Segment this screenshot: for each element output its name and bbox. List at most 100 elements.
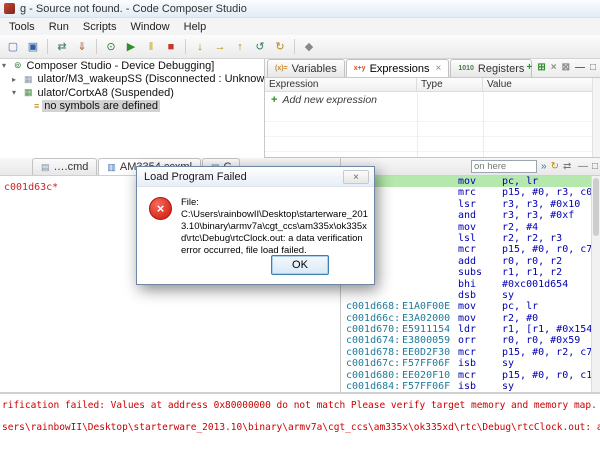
disasm-line[interactable]: bhi#0xc001d654 [341, 279, 592, 290]
locate-pc-icon[interactable]: » [541, 161, 547, 172]
expressions-table-body [265, 107, 592, 157]
tree-expand-icon[interactable]: ▸ [12, 75, 21, 84]
refresh-icon[interactable]: ↻ [551, 161, 559, 172]
menu-item-tools[interactable]: Tools [2, 20, 42, 34]
asm-operands: p15, #0, r2, c7, c10, #4 [502, 347, 592, 358]
dialog-title-bar[interactable]: Load Program Failed × [137, 167, 374, 187]
debug-tree-item[interactable]: ▾⊚Composer Studio - Device Debugging] [0, 59, 264, 73]
core-icon: ▦ [24, 74, 33, 85]
disasm-line[interactable]: movpc, lr [341, 176, 592, 187]
column-header-type[interactable]: Type [417, 78, 483, 91]
add-new-expression-row[interactable]: + Add new expression [265, 92, 600, 107]
add-group-icon[interactable]: ⊞ [537, 62, 545, 73]
toolbar-separator [294, 39, 295, 54]
disasm-line[interactable]: c001d678:EE0D2F30mcrp15, #0, r2, c7, c10… [341, 347, 592, 358]
load-program-failed-dialog: Load Program Failed × × File: C:\Users\r… [136, 166, 375, 285]
column-divider[interactable] [417, 92, 418, 157]
asm-address [346, 290, 402, 301]
disasm-line[interactable]: c001d67c:F57FF06Fisbsy [341, 358, 592, 369]
asm-mnemonic: lsl [458, 233, 502, 244]
disasm-line[interactable]: mrcp15, #0, r3, c0, c0, #1 [341, 187, 592, 198]
asm-opcode [402, 233, 458, 244]
add-expression-icon[interactable]: + [526, 62, 532, 73]
menu-item-scripts[interactable]: Scripts [76, 20, 124, 34]
asm-opcode [402, 199, 458, 210]
flash-icon[interactable]: ⇓ [73, 38, 91, 56]
menu-item-help[interactable]: Help [177, 20, 214, 34]
editor-tab-label: ….cmd [54, 161, 89, 173]
column-header-expression[interactable]: Expression [265, 78, 417, 91]
pc-address-marker: c001d63c* [4, 182, 58, 193]
debug-tree-item[interactable]: ≡no symbols are defined [0, 100, 264, 114]
disassembly-scrollbar[interactable] [591, 176, 600, 392]
tab-registers[interactable]: 1010Registers [450, 59, 532, 77]
maximize-view-icon[interactable]: □ [590, 62, 596, 73]
tab-variables[interactable]: (x)=Variables [267, 59, 345, 77]
asm-operands: r1, r1, r2 [502, 267, 562, 278]
step-return-icon[interactable]: ↑ [231, 38, 249, 56]
refresh-icon[interactable]: ↻ [271, 38, 289, 56]
maximize-view-icon[interactable]: □ [592, 161, 598, 172]
disasm-line[interactable]: mcrp15, #0, r0, c7, c6, #1 [341, 244, 592, 255]
save-icon[interactable]: ▣ [24, 38, 42, 56]
debug-tree-item[interactable]: ▸▦ulator/M3_wakeupSS (Disconnected : Unk… [0, 73, 264, 87]
asm-address: c001d670: [346, 324, 402, 335]
debug-icon[interactable]: ⊙ [102, 38, 120, 56]
disasm-line[interactable]: lsrr3, r3, #0x10 [341, 199, 592, 210]
step-into-icon[interactable]: ↓ [191, 38, 209, 56]
expressions-panel: (x)=Variablesx+yExpressions×1010Register… [265, 59, 600, 158]
connect-target-icon[interactable]: ⇄ [53, 38, 71, 56]
asm-operands: p15, #0, r3, c0, c0, #1 [502, 187, 592, 198]
disasm-line[interactable]: lslr2, r2, r3 [341, 233, 592, 244]
tree-expand-icon[interactable]: ▾ [2, 61, 11, 70]
minimize-view-icon[interactable]: — [575, 62, 585, 73]
asm-mnemonic: mov [458, 222, 502, 233]
restart-icon[interactable]: ↺ [251, 38, 269, 56]
new-file-icon[interactable]: ▢ [4, 38, 22, 56]
expressions-header: ExpressionTypeValue [265, 78, 600, 92]
remove-expression-icon[interactable]: × [551, 62, 557, 73]
remove-all-icon[interactable]: ⊠ [562, 62, 570, 73]
disasm-line[interactable]: andr3, r3, #0xf [341, 210, 592, 221]
asm-mnemonic: mov [458, 176, 502, 187]
disasm-line[interactable]: movr2, #4 [341, 222, 592, 233]
asm-mnemonic: mcr [458, 347, 502, 358]
new-target-config-icon[interactable]: ◆ [300, 38, 318, 56]
link-with-active-icon[interactable]: ⇄ [563, 161, 571, 172]
tree-expand-icon[interactable]: ▾ [12, 88, 21, 97]
asm-opcode [402, 176, 458, 187]
disasm-line[interactable]: subsr1, r1, r2 [341, 267, 592, 278]
asm-opcode [402, 244, 458, 255]
tab-close-icon[interactable]: × [436, 63, 442, 74]
resume-icon[interactable]: ▶ [122, 38, 140, 56]
location-input[interactable] [471, 160, 537, 173]
variables-icon: (x)= [275, 65, 288, 72]
step-over-icon[interactable]: → [211, 38, 229, 56]
console-output: rification failed: Values at address 0x8… [0, 394, 600, 434]
disasm-line[interactable]: c001d66c:E3A02000movr2, #0 [341, 313, 592, 324]
asm-address: c001d684: [346, 381, 402, 392]
debug-tree-item[interactable]: ▾▦ulator/CortxA8 (Suspended) [0, 86, 264, 100]
menu-item-window[interactable]: Window [124, 20, 177, 34]
tab-expressions[interactable]: x+yExpressions× [346, 59, 450, 77]
suspend-icon[interactable]: ‖ [142, 38, 160, 56]
menu-item-run[interactable]: Run [42, 20, 76, 34]
expressions-scrollbar[interactable] [592, 78, 600, 157]
disasm-line[interactable]: c001d674:E3800059orrr0, r0, #0x59 [341, 335, 592, 346]
ok-button[interactable]: OK [271, 255, 329, 275]
disasm-line[interactable]: c001d668:E1A0F00Emovpc, lr [341, 301, 592, 312]
console-line: rification failed: Values at address 0x8… [2, 400, 600, 412]
column-header-value[interactable]: Value [483, 78, 600, 91]
disasm-line[interactable]: c001d670:E5911154ldrr1, [r1, #0x154] [341, 324, 592, 335]
minimize-view-icon[interactable]: — [578, 161, 588, 172]
dialog-close-icon[interactable]: × [343, 170, 369, 184]
disasm-line[interactable]: c001d680:EE020F10mcrp15, #0, r0, c1, c0,… [341, 370, 592, 381]
column-divider[interactable] [483, 92, 484, 157]
asm-opcode [402, 279, 458, 290]
disasm-line[interactable]: dsbsy [341, 290, 592, 301]
terminate-icon[interactable]: ■ [162, 38, 180, 56]
disasm-line[interactable]: c001d684:F57FF06Fisbsy [341, 381, 592, 392]
disasm-line[interactable]: addr0, r0, r2 [341, 256, 592, 267]
scrollbar-thumb[interactable] [593, 178, 599, 236]
editor-tab[interactable]: ▤….cmd [32, 158, 97, 175]
